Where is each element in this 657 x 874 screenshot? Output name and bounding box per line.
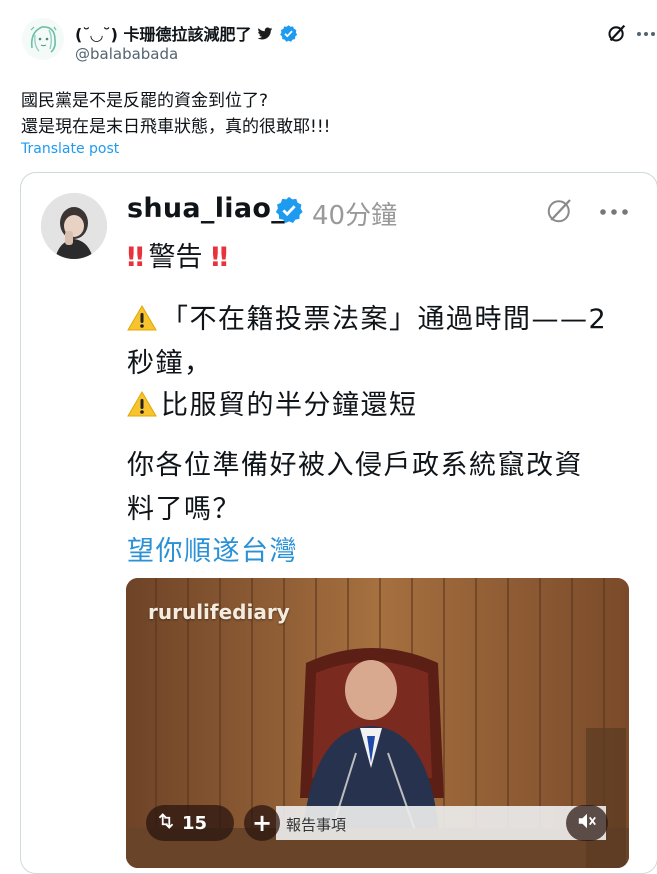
embedded-grok-icon [545, 195, 575, 225]
display-name-text: (˘◡˘) 卡珊德拉該減肥了 [75, 25, 252, 44]
embedded-line-3: 比服貿的半分鐘還短 [127, 383, 418, 422]
embedded-verified-icon [274, 195, 306, 227]
grok-icon[interactable] [606, 22, 628, 44]
double-exclamation-icon: ‼ [211, 242, 228, 273]
embedded-image-card[interactable]: shua_liao_ 40分鐘 ‼ 警告 ‼ 「不在籍投票法案」通過時間——2 … [20, 172, 657, 874]
repost-pill[interactable]: 15 [146, 805, 234, 841]
embedded-line-1: 「不在籍投票法案」通過時間——2 [127, 297, 607, 336]
repost-count: 15 [182, 812, 208, 834]
embedded-line-2: 秒鐘， [127, 348, 213, 379]
repost-icon [156, 812, 176, 835]
warning-icon [127, 304, 157, 332]
translate-post-link[interactable]: Translate post [21, 141, 119, 157]
video-watermark: rurulifediary [148, 600, 290, 624]
avatar[interactable] [22, 18, 64, 60]
post-text-line-2: 還是現在是末日飛車狀態，真的很敢耶!!! [21, 117, 331, 137]
embedded-line-3-text: 比服貿的半分鐘還短 [161, 390, 418, 421]
user-handle[interactable]: @balababada [75, 45, 178, 63]
embedded-link: 望你順遂台灣 [127, 536, 298, 567]
embedded-avatar [41, 193, 107, 259]
video-caption: 報告事項 [286, 816, 347, 834]
more-icon[interactable] [636, 24, 656, 44]
embedded-timestamp: 40分鐘 [312, 201, 398, 231]
add-button[interactable]: + [244, 805, 280, 841]
embedded-more-icon [599, 203, 629, 215]
display-name[interactable]: (˘◡˘) 卡珊德拉該減肥了 [75, 21, 298, 47]
verified-icon[interactable] [279, 24, 298, 47]
post-text: 國民黨是不是反罷的資金到位了? 還是現在是末日飛車狀態，真的很敢耶!!! [21, 88, 330, 140]
warning-icon [127, 390, 157, 418]
double-exclamation-icon: ‼ [127, 242, 144, 273]
post-text-line-1: 國民黨是不是反罷的資金到位了? [21, 91, 269, 111]
warning-title-text: 警告 [148, 242, 203, 273]
mute-button[interactable] [566, 805, 608, 841]
embedded-line-5: 料了嗎？ [127, 494, 241, 525]
embedded-line-4: 你各位準備好被入侵戶政系統竄改資 [127, 450, 583, 481]
video-player[interactable]: rurulifediary 報告事項 15 + [126, 578, 629, 868]
embedded-line-1-text: 「不在籍投票法案」通過時間——2 [161, 304, 608, 335]
warning-title: ‼ 警告 ‼ [127, 235, 228, 274]
plus-icon: + [251, 809, 273, 837]
embedded-username: shua_liao_ [127, 193, 286, 224]
twitter-bird-icon [257, 26, 273, 45]
mute-icon [576, 811, 598, 836]
